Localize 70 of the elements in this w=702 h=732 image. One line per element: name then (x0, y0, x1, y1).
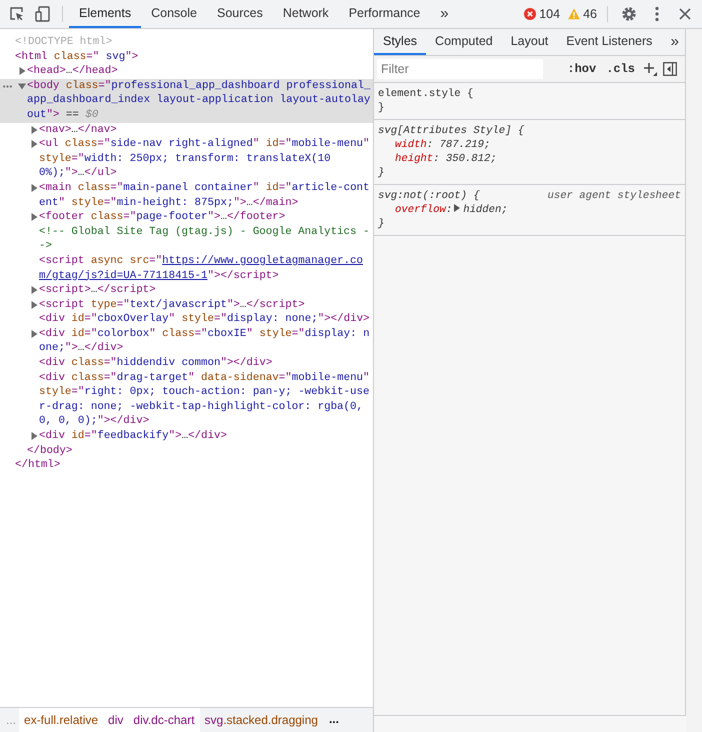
collapsed-arrow-icon[interactable] (30, 184, 38, 192)
class-toggle[interactable]: .cls (601, 62, 640, 76)
node-markup: <div id="feedbackify">…</div> (39, 429, 228, 444)
collapsed-arrow-icon[interactable] (30, 432, 38, 440)
warning-icon (568, 8, 580, 20)
hover-state-toggle[interactable]: :hov (562, 62, 602, 76)
expand-arrow-icon[interactable] (454, 204, 460, 212)
node-markup: <footer class="page-footer">…</footer> (39, 210, 286, 225)
collapsed-arrow-icon[interactable] (18, 67, 26, 76)
style-property: overflow: hidden; (394, 203, 509, 218)
node-markup: <!DOCTYPE html> (15, 35, 114, 50)
node-markup: <html class=" svg"> (15, 50, 140, 64)
devices-icon (35, 6, 51, 22)
plus-icon (643, 62, 657, 76)
sidebar-toggle-button[interactable] (663, 62, 677, 76)
panel-tab[interactable]: Sources (206, 0, 273, 28)
dom-node[interactable]: <script>…</script> (0, 283, 373, 298)
more-tabs-button[interactable]: » (430, 0, 459, 28)
collapsed-arrow-icon[interactable] (30, 300, 38, 309)
more-tabs-button[interactable]: » (662, 29, 685, 55)
error-icon (524, 8, 536, 20)
closing-tag: </body> (27, 444, 72, 458)
close-icon (679, 8, 691, 20)
panel-tab[interactable]: Elements (69, 0, 142, 28)
new-rule-button[interactable] (643, 62, 657, 76)
sidebar-toggle-icon (663, 62, 677, 76)
collapsed-arrow-icon[interactable] (30, 126, 38, 134)
dom-node[interactable]: <html class=" svg"> (0, 50, 373, 64)
filter-field[interactable]: Filter (377, 59, 543, 79)
breadcrumb[interactable]: div (103, 708, 128, 732)
sidebar-tab[interactable]: Computed (426, 29, 502, 55)
node-markup: <nav>…</nav> (39, 122, 118, 138)
sidebar-tab[interactable]: Event Listeners (557, 29, 662, 55)
rule-close-brace: } (378, 217, 384, 232)
warning-count: 46 (583, 7, 597, 21)
dom-node[interactable]: <head>…</head> (0, 64, 373, 79)
sidebar-tab[interactable]: Layout (502, 29, 558, 55)
breadcrumb[interactable]: div.dc-chart (128, 708, 200, 732)
dom-node[interactable]: <div id="feedbackify">…</div> (0, 429, 373, 444)
collapsed-arrow-icon[interactable] (30, 213, 38, 222)
collapsed-arrow-icon[interactable] (30, 286, 38, 294)
node-markup: <script>…</script> (39, 283, 157, 298)
dom-node[interactable]: <div class="hiddendiv common"></div> (0, 356, 373, 371)
dom-node[interactable]: <nav>…</nav> (0, 122, 373, 138)
rule-selector: element.style { (378, 87, 474, 102)
expanded-arrow-icon[interactable] (18, 82, 26, 90)
rule-selector: svg[Attributes Style] { (378, 124, 524, 138)
rule-origin: user agent stylesheet (547, 188, 681, 204)
rule-selector: svg:not(:root) { (378, 188, 480, 204)
collapsed-arrow-icon[interactable] (30, 140, 38, 148)
node-markup: <script type="text/javascript">…</script> (39, 298, 306, 312)
node-markup: <div class="hiddendiv common"></div> (39, 356, 274, 371)
dom-node[interactable]: <footer class="page-footer">…</footer> (0, 210, 373, 225)
cursor-in-box-icon (9, 6, 25, 22)
panel-tab[interactable]: Performance (338, 0, 430, 28)
menu-icon (655, 6, 659, 22)
style-property: width: 787.219; (394, 138, 492, 152)
settings-icon (621, 6, 637, 22)
closing-tag: </html> (15, 458, 60, 473)
rule-close-brace: } (378, 101, 384, 116)
panel-tab[interactable]: Console (141, 0, 207, 28)
ellipsis-icon[interactable] (3, 84, 12, 88)
style-property: height: 350.812; (394, 152, 498, 166)
error-count: 104 (539, 7, 560, 21)
panel-tab[interactable]: Network (272, 0, 339, 28)
collapsed-arrow-icon[interactable] (30, 330, 38, 338)
rule-close-brace: } (378, 166, 384, 181)
node-markup: <head>…</head> (27, 64, 119, 79)
breadcrumb[interactable]: ex-full.relative (19, 708, 104, 732)
dom-node[interactable]: <script type="text/javascript">…</script> (0, 298, 373, 312)
